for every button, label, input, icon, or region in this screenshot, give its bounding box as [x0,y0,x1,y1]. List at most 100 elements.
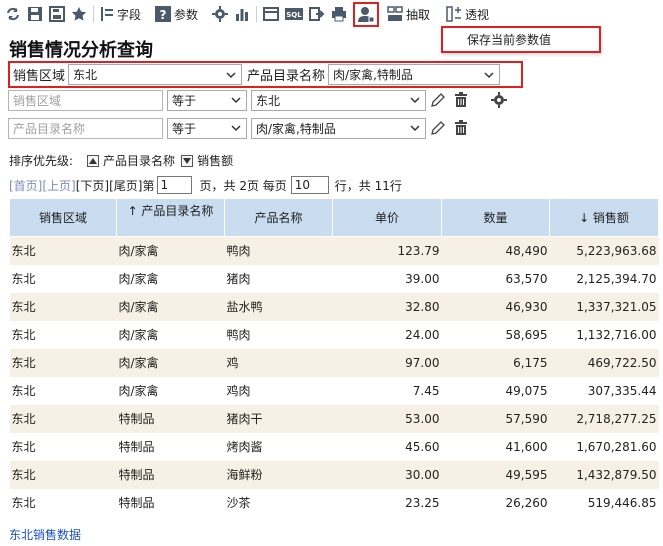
divider [93,6,94,22]
cell-product: 猪肉 [224,264,333,293]
cell-region: 东北 [9,488,117,517]
table-row[interactable]: 东北 特制品 海鲜粉 30.00 49,595 1,432,879.50 [9,460,659,489]
gear-icon [491,92,507,108]
cell-sales: 5,223,963.68 [549,236,659,265]
cell-sales: 307,335.44 [549,376,659,405]
table-row[interactable]: 东北 肉/家禽 猪肉 39.00 63,570 2,125,394.70 [9,264,659,293]
filter-field-input[interactable]: 销售区域 [8,89,163,111]
sort-desc-icon [181,154,194,167]
cell-price: 39.00 [332,264,442,293]
filter-value-select[interactable]: 肉/家禽,特制品 [251,117,426,139]
svg-text:SQL: SQL [286,11,302,19]
cell-region: 东北 [9,348,117,377]
table-row[interactable]: 东北 肉/家禽 鸭肉 123.79 48,490 5,223,963.68 [9,236,659,265]
cell-catalog: 肉/家禽 [116,376,225,405]
table-row[interactable]: 东北 特制品 沙茶 23.25 26,260 519,446.85 [9,488,659,517]
region-sales-link[interactable]: 东北销售数据 [9,526,81,543]
next-page-link[interactable]: [下页] [76,177,109,194]
settings-button[interactable] [209,2,231,26]
extract-button[interactable]: 抽取 [384,2,433,26]
pencil-icon [431,121,445,135]
print-button[interactable] [328,2,350,26]
delete-filter-button[interactable] [451,90,471,110]
chevron-down-icon [231,97,241,104]
sql-button[interactable]: SQL [282,2,306,26]
chevron-down-icon [231,125,241,132]
region-param-value: 东北 [73,68,98,82]
rows-per-page-input[interactable]: 10 [290,176,329,194]
sort-item-catalog[interactable]: 产品目录名称 [87,152,175,169]
cell-price: 53.00 [332,404,442,433]
filter-settings-button[interactable] [489,90,509,110]
chart-button[interactable] [231,2,253,26]
table-row[interactable]: 东北 特制品 烤肉酱 45.60 41,600 1,670,281.60 [9,432,659,461]
cell-region: 东北 [9,432,117,461]
cell-sales: 1,337,321.05 [549,292,659,321]
parameter-panel: 销售区域 东北 产品目录名称 肉/家禽,特制品 [8,61,523,88]
table-row[interactable]: 东北 肉/家禽 鸡肉 7.45 49,075 307,335.44 [9,376,659,405]
fields-button[interactable]: 字段 [97,2,144,26]
cell-price: 30.00 [332,460,442,489]
cell-region: 东北 [9,460,117,489]
sql-icon: SQL [285,8,304,20]
save-button[interactable] [24,2,46,26]
fields-icon [101,7,113,21]
cell-sales: 1,670,281.60 [549,432,659,461]
filter-field-input[interactable]: 产品目录名称 [8,117,163,139]
first-page-link[interactable]: [首页] [9,177,42,194]
column-header[interactable]: 销售区域 [9,198,117,237]
save-as-button[interactable] [46,2,68,26]
row-count: 行，共 11行 [334,178,402,193]
delete-filter-button[interactable] [451,118,471,138]
favorite-button[interactable] [68,2,90,26]
cell-product: 沙茶 [224,488,333,517]
cell-product: 鸡肉 [224,376,333,405]
table-row[interactable]: 东北 肉/家禽鸡 97.00 6,175 469,722.50 [9,348,659,377]
sort-item-sales[interactable]: 销售额 [181,152,233,169]
column-header[interactable]: 产品名称 [224,198,333,237]
cell-product: 鸭肉 [224,320,333,349]
cell-sales: 2,718,277.25 [549,404,659,433]
catalog-param-label: 产品目录名称 [247,69,326,84]
refresh-button[interactable] [2,2,24,26]
cell-quantity: 48,490 [441,236,550,265]
prev-page-link[interactable]: [上页] [42,177,75,194]
filter-value-select[interactable]: 东北 [251,89,426,111]
table-row[interactable]: 东北 肉/家禽 鸭肉 24.00 58,695 1,132,716.00 [9,320,659,349]
column-header[interactable]: 数量 [441,198,550,237]
cell-region: 东北 [9,404,117,433]
cell-price: 45.60 [332,432,442,461]
last-page-link[interactable]: [尾页] [109,177,142,194]
filter-operator-select[interactable]: 等于 [167,117,247,139]
layout-button[interactable] [260,2,282,26]
params-button[interactable]: ? 参数 [152,2,201,26]
edit-filter-button[interactable] [428,118,448,138]
catalog-param-select[interactable]: 肉/家禽,特制品 [328,64,501,85]
sort-asc-icon [87,154,100,167]
cell-quantity: 57,590 [441,404,550,433]
gear-icon [212,6,229,22]
region-param-select[interactable]: 东北 [68,64,243,85]
cell-product: 鸡 [224,348,333,377]
page-prefix: 第 [142,178,155,193]
pivot-button[interactable]: 透视 [443,2,492,26]
filter-operator-select[interactable]: 等于 [167,89,247,111]
export-button[interactable] [306,2,328,26]
edit-filter-button[interactable] [428,90,448,110]
save-params-menu-item[interactable]: 保存当前参数值 [441,26,601,53]
column-header[interactable]: 单价 [332,198,442,237]
user-params-button[interactable] [353,1,380,27]
column-header[interactable]: ↑ 产品目录名称 [116,198,225,237]
table-row[interactable]: 东北 特制品 猪肉干 53.00 57,590 2,718,277.25 [9,404,659,433]
table-row[interactable]: 东北 肉/家禽 盐水鸭 32.80 46,930 1,337,321.05 [9,292,659,321]
sales-table: 销售区域 ↑ 产品目录名称 产品名称 单价 数量 ↓ 销售额 东北 肉/家禽 鸭肉 1… [9,198,659,517]
svg-text:?: ? [160,8,167,22]
bar-chart-icon [236,9,249,21]
cell-catalog: 特制品 [116,404,225,433]
table-header-row: 销售区域 ↑ 产品目录名称 产品名称 单价 数量 ↓ 销售额 [9,198,659,237]
page-number-input[interactable]: 1 [156,176,192,194]
question-icon: ? [155,6,172,22]
cell-catalog: 肉/家禽 [116,236,225,265]
column-header[interactable]: ↓ 销售额 [549,198,659,237]
cell-catalog: 肉/家禽 [116,348,225,377]
